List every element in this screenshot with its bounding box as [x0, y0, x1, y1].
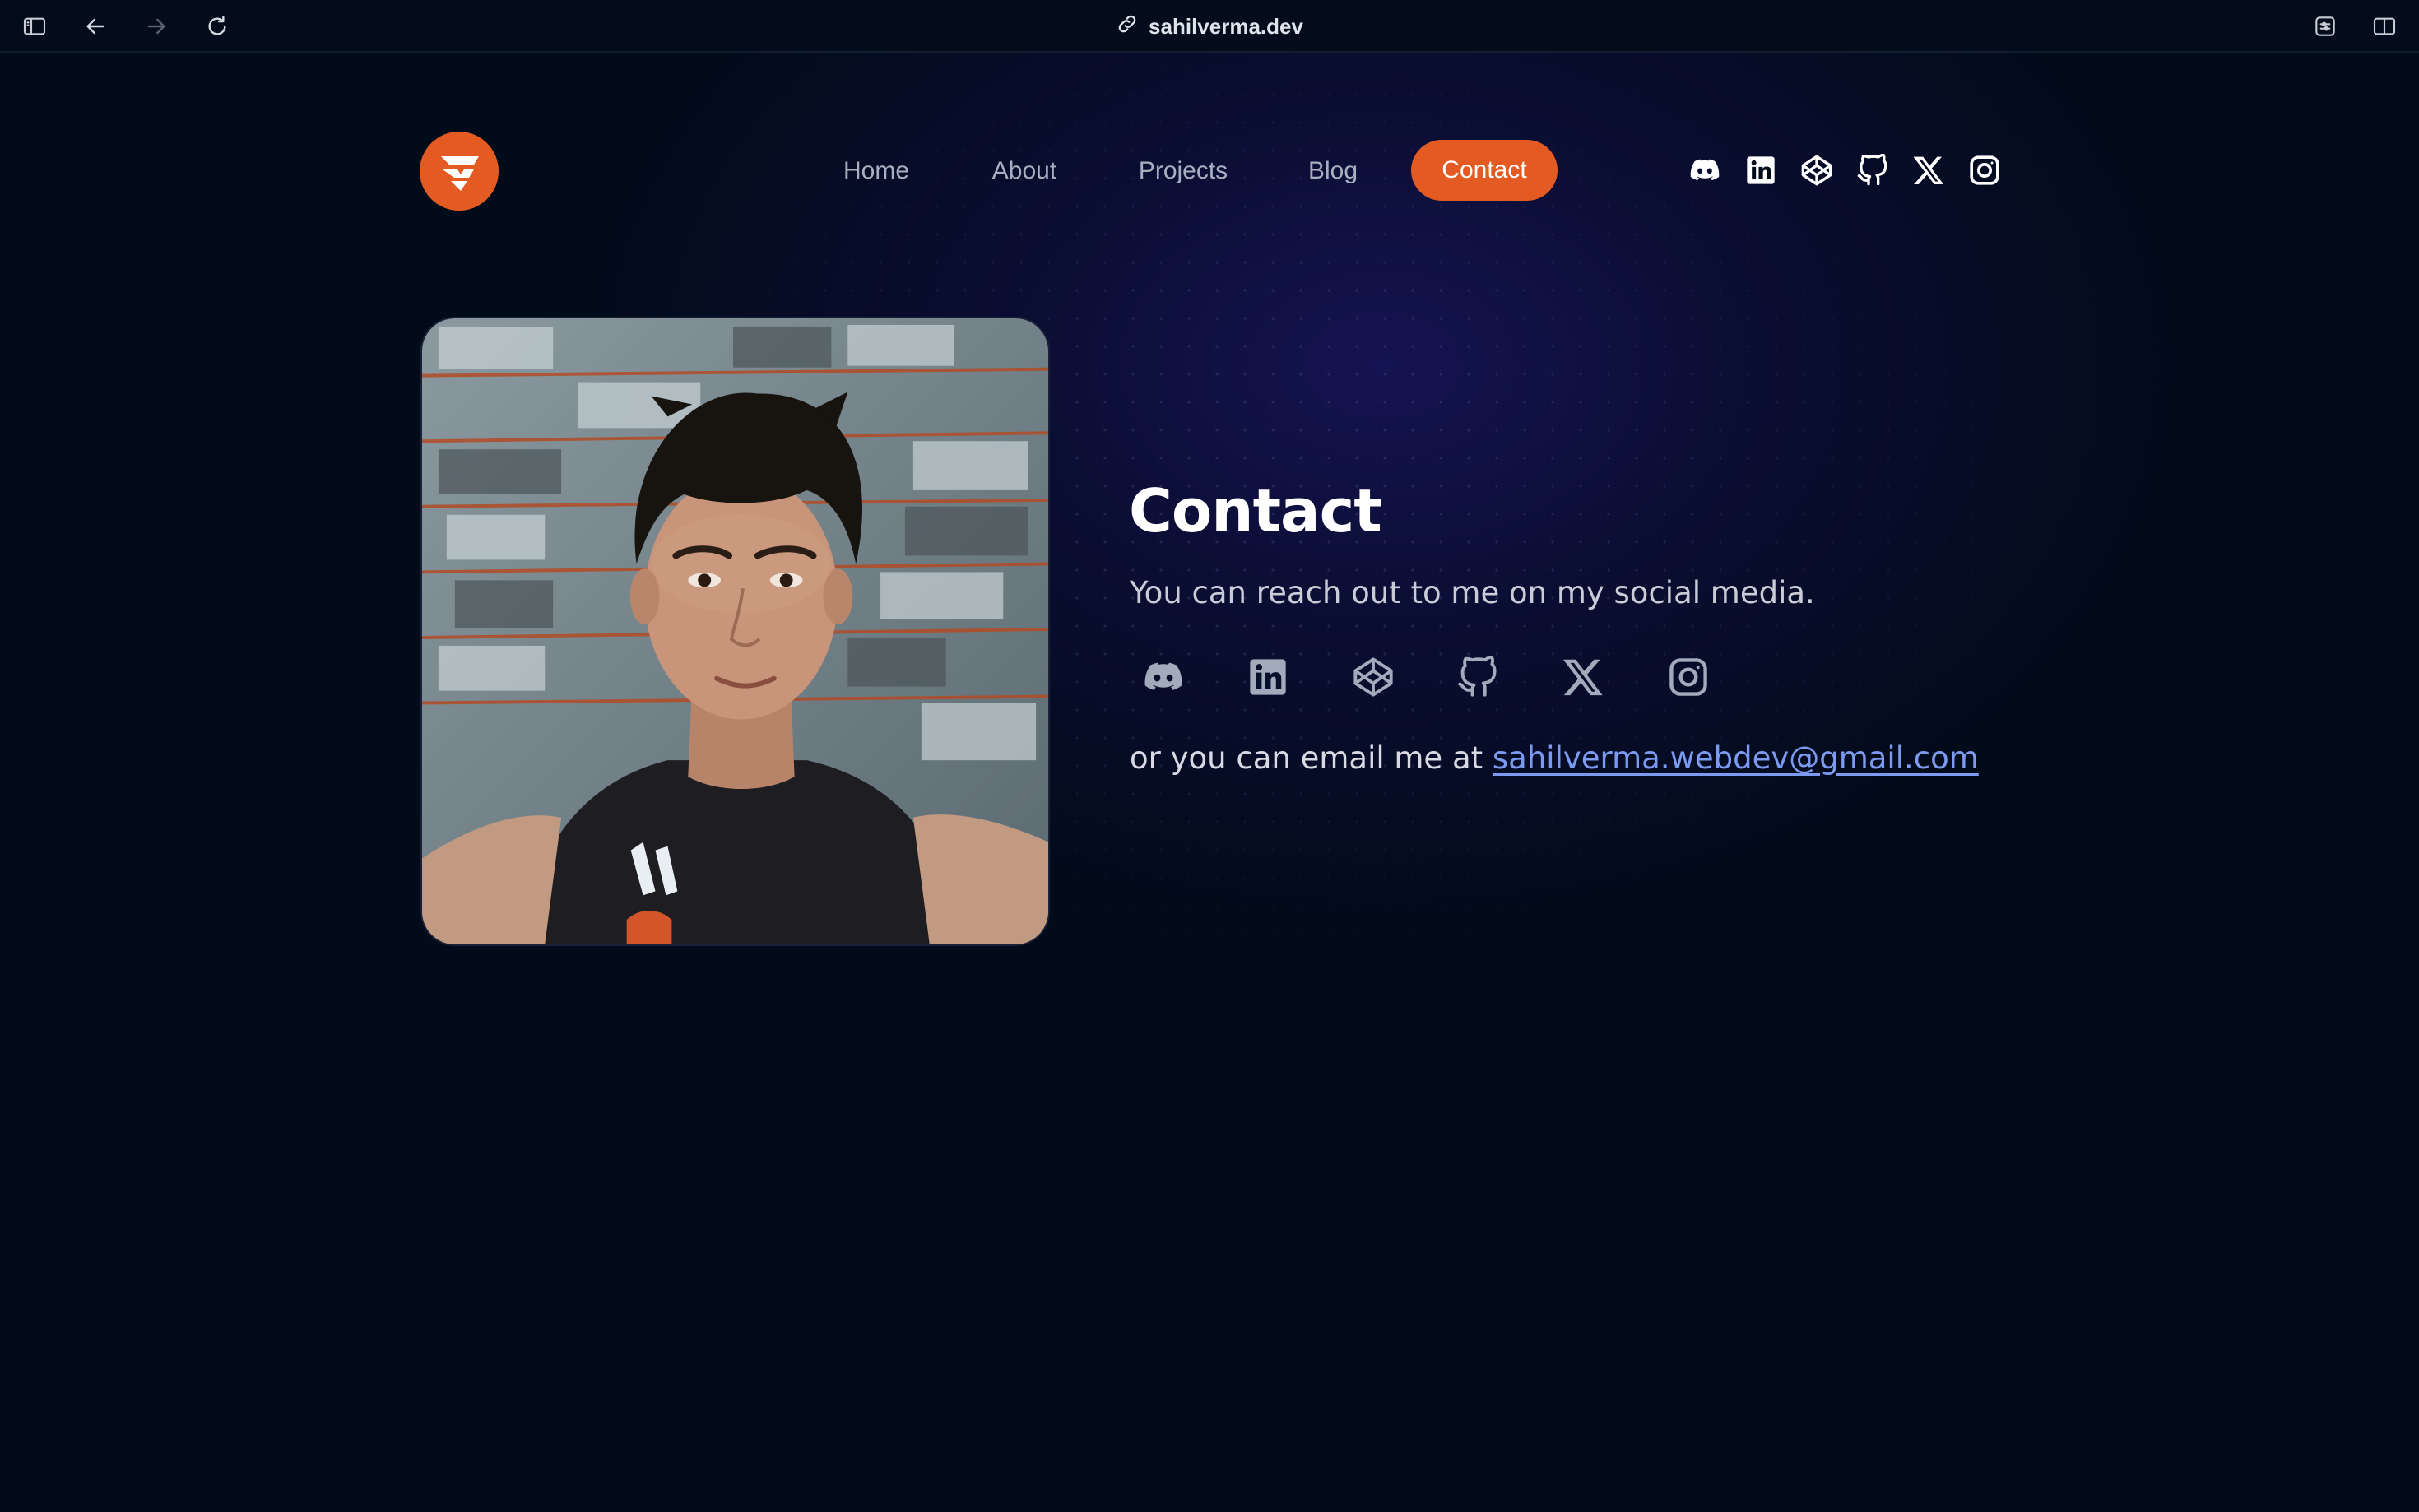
- site-logo[interactable]: [420, 132, 499, 211]
- contact-linkedin-link[interactable]: [1245, 654, 1291, 700]
- profile-photo: [420, 317, 1050, 946]
- nav-home[interactable]: Home: [826, 140, 926, 202]
- logo-mark-icon: [441, 156, 479, 191]
- browser-toolbar: sahilverma.dev: [0, 0, 2419, 53]
- dot-grid-background: [0, 53, 2419, 1512]
- instagram-icon: [1970, 155, 1999, 185]
- url-text: sahilverma.dev: [1149, 13, 1303, 39]
- nav-x-link[interactable]: [1911, 153, 1946, 188]
- reload-icon[interactable]: [201, 10, 234, 43]
- nav-discord-link[interactable]: [1688, 153, 1722, 188]
- discord-icon: [1144, 662, 1182, 690]
- codepen-icon: [1801, 155, 1832, 186]
- contact-codepen-link[interactable]: [1350, 654, 1396, 700]
- instagram-icon: [1669, 658, 1707, 696]
- github-icon: [1458, 656, 1497, 697]
- extension-icon[interactable]: [2309, 10, 2342, 43]
- github-icon: [1857, 154, 1887, 186]
- contact-github-link[interactable]: [1455, 654, 1501, 700]
- x-icon: [1562, 659, 1603, 696]
- address-bar[interactable]: sahilverma.dev: [1086, 8, 1333, 44]
- contact-discord-link[interactable]: [1140, 654, 1186, 700]
- sidebar-icon[interactable]: [18, 10, 51, 43]
- email-prefix: or you can email me at: [1130, 740, 1493, 776]
- contact-subtitle: You can reach out to me on my social med…: [1130, 575, 1815, 610]
- linkedin-icon: [1747, 156, 1775, 184]
- contact-instagram-link[interactable]: [1665, 654, 1711, 700]
- link-icon: [1116, 12, 1139, 41]
- discord-icon: [1690, 159, 1720, 181]
- page-content: [0, 53, 2419, 1512]
- nav-blog[interactable]: Blog: [1292, 140, 1374, 202]
- nav-codepen-link[interactable]: [1799, 153, 1834, 188]
- contact-x-link[interactable]: [1560, 654, 1606, 700]
- nav-projects[interactable]: Projects: [1122, 140, 1244, 202]
- codepen-icon: [1353, 657, 1393, 697]
- email-line: or you can email me at sahilverma.webdev…: [1130, 743, 1979, 773]
- nav-contact[interactable]: Contact: [1411, 140, 1558, 201]
- nav-about[interactable]: About: [976, 140, 1073, 202]
- x-icon: [1913, 156, 1944, 184]
- back-icon[interactable]: [79, 10, 112, 43]
- forward-icon[interactable]: [140, 10, 173, 43]
- page-title: Contact: [1129, 476, 1382, 545]
- nav-instagram-link[interactable]: [1967, 153, 2002, 188]
- split-view-icon[interactable]: [2368, 10, 2401, 43]
- nav-github-link[interactable]: [1855, 153, 1890, 188]
- email-link[interactable]: sahilverma.webdev@gmail.com: [1493, 740, 1979, 776]
- linkedin-icon: [1250, 659, 1286, 695]
- portrait-image: [422, 318, 1048, 944]
- nav-linkedin-link[interactable]: [1743, 153, 1778, 188]
